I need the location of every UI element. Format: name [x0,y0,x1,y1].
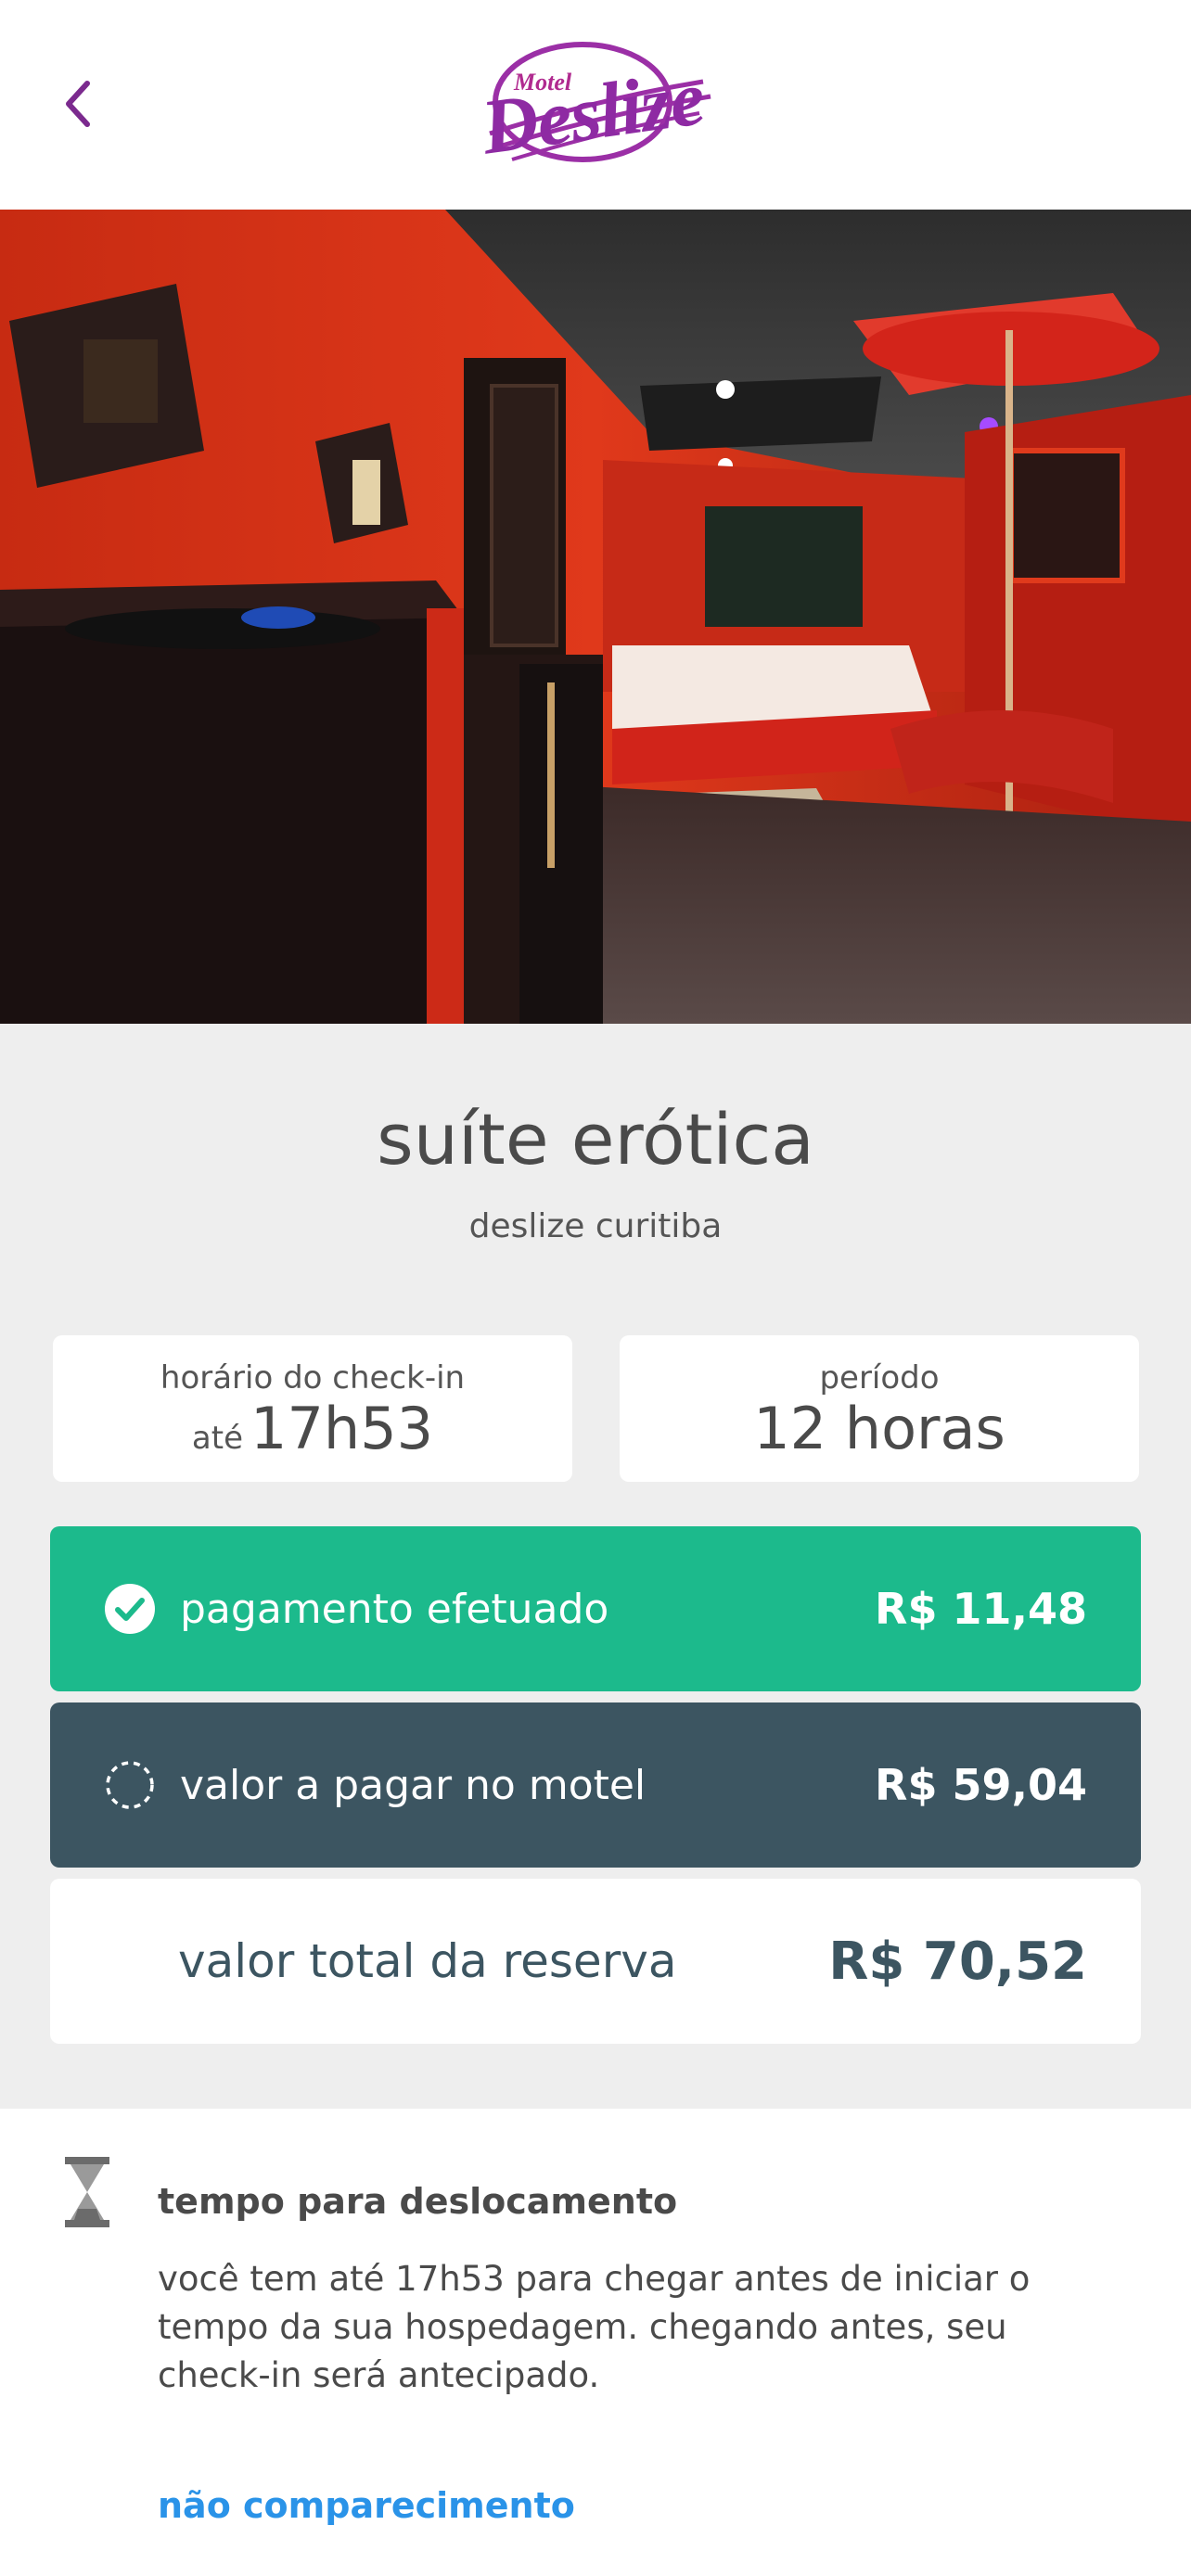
dashed-circle-icon [106,1761,154,1809]
checkin-value-row: até 17h53 [53,1395,572,1462]
back-button[interactable] [48,67,108,141]
period-label: período [819,1359,940,1396]
due-amount: R$ 59,04 [875,1760,1087,1810]
hourglass-icon [65,2157,109,2227]
payment-due-row: valor a pagar no motel R$ 59,04 [50,1702,1141,1868]
travel-description: você tem até 17h53 para chegar antes de … [158,2259,1031,2395]
checkin-label: horário do check-in [160,1359,466,1396]
payment-paid-row: pagamento efetuado R$ 11,48 [50,1526,1141,1691]
check-circle-icon [105,1584,155,1634]
due-label: valor a pagar no motel [180,1761,647,1809]
paid-label: pagamento efetuado [180,1585,609,1633]
motel-deslize-logo: Motel Deslize [471,24,722,178]
total-label: valor total da reserva [178,1934,677,1988]
suite-location: deslize curitiba [468,1207,723,1245]
payment-total-row: valor total da reserva R$ 70,52 [50,1879,1141,2044]
period-value: 12 horas [753,1395,1005,1462]
suite-title: suíte erótica [377,1098,814,1180]
checkin-card: horário do check-in até 17h53 [53,1335,572,1482]
no-show-link[interactable]: não comparecimento [158,2485,575,2526]
chevron-left-icon [66,81,90,127]
app-header: Motel Deslize [0,0,1191,210]
checkin-prefix: até [191,1420,243,1457]
suite-photo [0,210,1191,1024]
page: Motel Deslize suíte erótica deslize curi… [0,0,1191,2576]
checkin-time: 17h53 [250,1395,434,1462]
paid-amount: R$ 11,48 [875,1584,1087,1634]
total-amount: R$ 70,52 [828,1931,1087,1992]
travel-title: tempo para deslocamento [158,2181,678,2222]
period-card: período 12 horas [620,1335,1139,1482]
